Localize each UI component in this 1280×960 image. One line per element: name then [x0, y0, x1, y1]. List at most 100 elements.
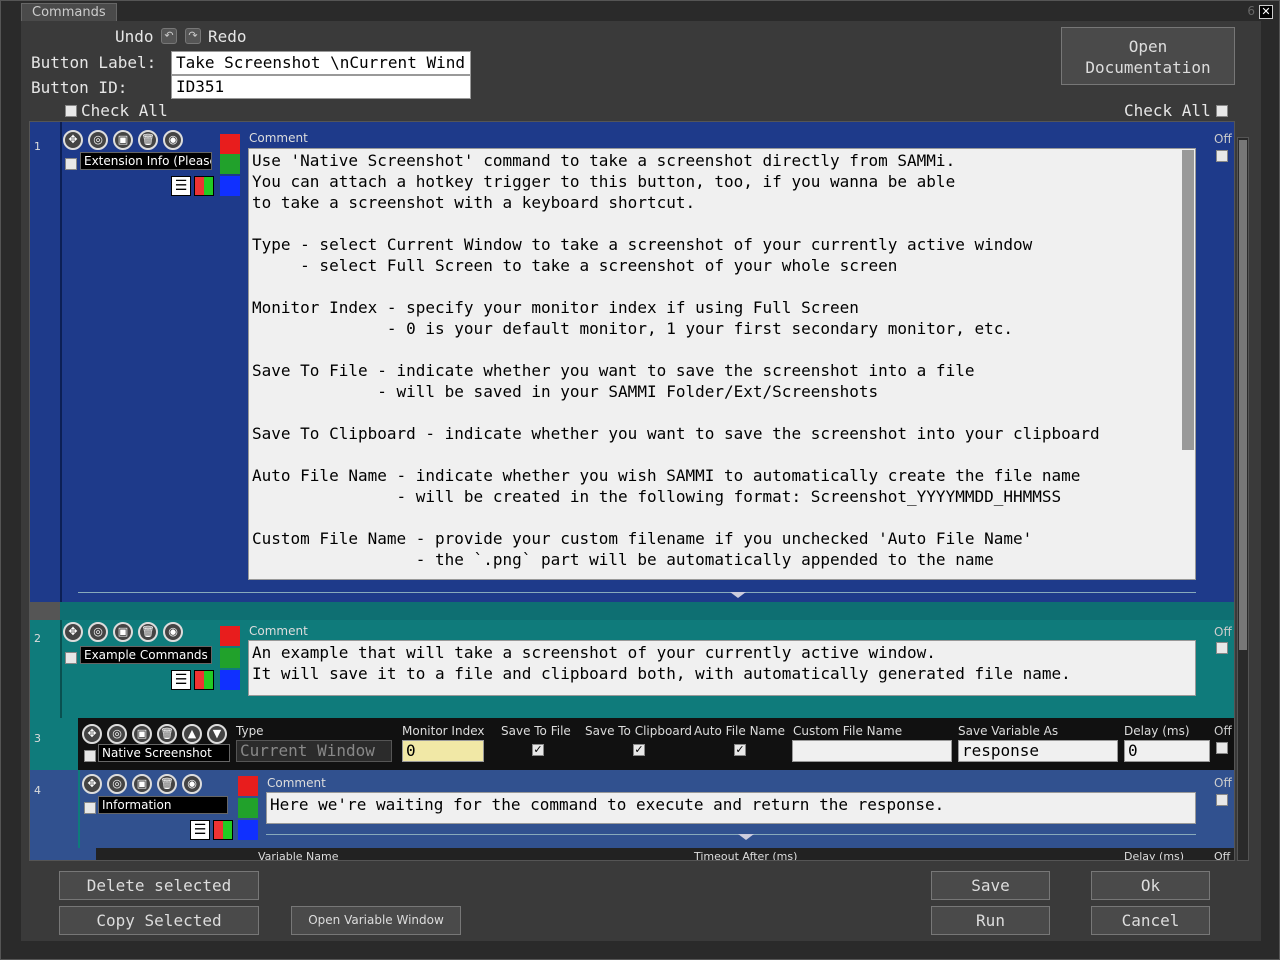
- color-red-swatch[interactable]: [220, 134, 240, 154]
- off-checkbox[interactable]: [1216, 794, 1228, 806]
- run-button[interactable]: Run: [931, 906, 1050, 935]
- delete-icon[interactable]: 🗑: [138, 622, 158, 642]
- paste-icon[interactable]: ▣: [132, 774, 152, 794]
- row-name: Extension Info (Please: [80, 152, 212, 170]
- collapse-arrow-icon[interactable]: [738, 834, 754, 840]
- color-green-swatch[interactable]: [220, 154, 240, 174]
- list-scrollbar-thumb[interactable]: [1239, 140, 1247, 650]
- collapse-arrow-icon[interactable]: [730, 592, 746, 598]
- check-all-left-checkbox[interactable]: [65, 105, 77, 117]
- copy-icon[interactable]: ◎: [88, 622, 108, 642]
- list-scrollbar[interactable]: [1237, 137, 1249, 861]
- copy-icon[interactable]: ◎: [88, 130, 108, 150]
- button-id-input[interactable]: ID351: [171, 75, 471, 99]
- eye-icon[interactable]: ◉: [163, 622, 183, 642]
- command-row-4[interactable]: 4 ✥ ◎ ▣ 🗑 ◉ Information ☰ Comment Here w…: [30, 770, 1234, 848]
- commands-window: Commands 6 ✕ Undo ↶ ↷ Redo Button Label:…: [0, 0, 1280, 960]
- palette-icon[interactable]: [194, 670, 214, 690]
- move-icon[interactable]: ✥: [82, 774, 102, 794]
- command-row-3[interactable]: 3 ✥ ◎ ▣ 🗑 ▲ ▼ Native Screenshot Type Mon…: [30, 718, 1234, 770]
- row-tool-icons: ✥ ◎ ▣ 🗑 ◉: [63, 622, 183, 642]
- delay-input[interactable]: 0: [1124, 740, 1210, 762]
- paste-icon[interactable]: ▣: [132, 724, 152, 744]
- color-red-swatch[interactable]: [220, 626, 240, 646]
- delete-icon[interactable]: 🗑: [157, 774, 177, 794]
- button-label-input[interactable]: Take Screenshot \nCurrent Wind: [171, 51, 471, 75]
- down-icon[interactable]: ▼: [207, 724, 227, 744]
- ok-button[interactable]: Ok: [1091, 871, 1210, 900]
- redo-button[interactable]: Redo: [208, 27, 247, 46]
- palette-icon[interactable]: [213, 820, 233, 840]
- cancel-button[interactable]: Cancel: [1091, 906, 1210, 935]
- off-label: Off: [1214, 132, 1232, 146]
- custom-file-name-input[interactable]: [792, 740, 952, 762]
- row-name: Native Screenshot: [98, 744, 230, 762]
- menu-icon[interactable]: ☰: [190, 820, 210, 840]
- color-blue-swatch[interactable]: [220, 670, 240, 690]
- delete-icon[interactable]: 🗑: [157, 724, 177, 744]
- color-red-swatch[interactable]: [238, 776, 258, 796]
- copy-icon[interactable]: ◎: [107, 724, 127, 744]
- move-icon[interactable]: ✥: [63, 130, 83, 150]
- close-icon[interactable]: ✕: [1259, 5, 1273, 19]
- color-blue-swatch[interactable]: [238, 820, 258, 840]
- up-icon[interactable]: ▲: [182, 724, 202, 744]
- comment-textarea[interactable]: Use 'Native Screenshot' command to take …: [248, 148, 1196, 580]
- delete-icon[interactable]: 🗑: [138, 130, 158, 150]
- command-row-1[interactable]: 1 ✥ ◎ ▣ 🗑 ◉ Extension Info (Please ☰ Com…: [30, 122, 1234, 602]
- custom-file-name-header: Custom File Name: [793, 724, 903, 738]
- color-green-swatch[interactable]: [220, 648, 240, 668]
- row-tool-icons: ✥ ◎ ▣ 🗑 ▲ ▼: [82, 724, 227, 744]
- undo-icon[interactable]: ↶: [161, 28, 177, 44]
- comment-textarea[interactable]: Here we're waiting for the command to ex…: [266, 792, 1196, 824]
- command-row-2[interactable]: 2 ✥ ◎ ▣ 🗑 ◉ Example Commands ( ☰ Comment…: [30, 620, 1234, 718]
- auto-file-name-checkbox[interactable]: ✓: [734, 744, 746, 756]
- check-all-right-checkbox[interactable]: [1216, 105, 1228, 117]
- monitor-index-input[interactable]: 0: [402, 740, 484, 762]
- color-blue-swatch[interactable]: [220, 176, 240, 196]
- paste-icon[interactable]: ▣: [113, 130, 133, 150]
- command-row-5[interactable]: Variable Name Timeout After (ms) Delay (…: [30, 848, 1234, 860]
- row-spacer-2: [60, 602, 1234, 620]
- row-divider: [266, 834, 1196, 835]
- row-tool-icons: ✥ ◎ ▣ 🗑 ◉: [63, 130, 183, 150]
- type-header: Type: [236, 724, 264, 738]
- check-all-left-label: Check All: [81, 101, 168, 120]
- off-checkbox[interactable]: [1216, 642, 1228, 654]
- move-icon[interactable]: ✥: [63, 622, 83, 642]
- off-checkbox[interactable]: [1216, 742, 1228, 754]
- row-name: Information: [98, 796, 228, 814]
- row-select-checkbox[interactable]: [84, 802, 96, 814]
- color-green-swatch[interactable]: [238, 798, 258, 818]
- comment-textarea[interactable]: An example that will take a screenshot o…: [248, 640, 1196, 696]
- save-variable-header: Save Variable As: [958, 724, 1059, 738]
- open-documentation-button[interactable]: Open Documentation: [1061, 27, 1235, 85]
- undo-button[interactable]: Undo: [115, 27, 154, 46]
- comment-scrollbar[interactable]: [1182, 150, 1194, 450]
- paste-icon[interactable]: ▣: [113, 622, 133, 642]
- save-to-file-header: Save To File: [501, 724, 571, 738]
- redo-icon[interactable]: ↷: [185, 28, 201, 44]
- row-select-checkbox[interactable]: [84, 750, 96, 762]
- copy-icon[interactable]: ◎: [107, 774, 127, 794]
- palette-icon[interactable]: [194, 176, 214, 196]
- row-select-checkbox[interactable]: [65, 158, 77, 170]
- save-to-file-checkbox[interactable]: ✓: [532, 744, 544, 756]
- save-button[interactable]: Save: [931, 871, 1050, 900]
- row-select-checkbox[interactable]: [65, 652, 77, 664]
- row-number: 4: [34, 784, 41, 797]
- save-to-clipboard-checkbox[interactable]: ✓: [633, 744, 645, 756]
- save-variable-input[interactable]: response: [958, 740, 1118, 762]
- eye-icon[interactable]: ◉: [182, 774, 202, 794]
- row-name: Example Commands (: [80, 646, 212, 664]
- menu-icon[interactable]: ☰: [171, 670, 191, 690]
- off-label: Off: [1214, 724, 1232, 738]
- delete-selected-button[interactable]: Delete selected: [59, 871, 259, 900]
- off-checkbox[interactable]: [1216, 150, 1228, 162]
- eye-icon[interactable]: ◉: [163, 130, 183, 150]
- copy-selected-button[interactable]: Copy Selected: [59, 906, 259, 935]
- type-select[interactable]: Current Window: [236, 740, 392, 762]
- move-icon[interactable]: ✥: [82, 724, 102, 744]
- menu-icon[interactable]: ☰: [171, 176, 191, 196]
- open-variable-window-button[interactable]: Open Variable Window: [291, 906, 461, 935]
